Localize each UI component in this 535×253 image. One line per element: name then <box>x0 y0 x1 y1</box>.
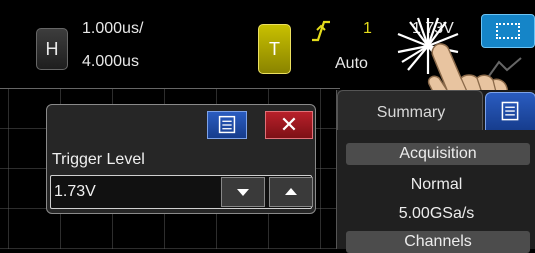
acquisition-mode: Normal <box>410 176 463 193</box>
section-header-channels[interactable]: Channels <box>346 231 530 253</box>
delay-value: 4.000us <box>82 53 139 70</box>
dialog-close-button[interactable]: ✕ <box>265 111 313 139</box>
divider <box>0 88 340 89</box>
trigger-mode: Auto <box>335 55 368 72</box>
trigger-level-value: 1.73V <box>54 183 96 200</box>
rising-edge-icon <box>312 20 330 42</box>
sample-rate: 5.00GSa/s <box>398 205 475 222</box>
horizontal-button-label: H <box>45 38 59 59</box>
tab-summary[interactable]: Summary <box>337 90 483 130</box>
top-status-bar: H 1.000us/ 4.000us T 1 Auto 1.73V <box>0 0 535 130</box>
trigger-button[interactable]: T <box>258 24 291 74</box>
trigger-button-label: T <box>269 38 280 59</box>
trigger-level-dialog: ✕ Trigger Level 1.73V <box>46 104 316 214</box>
summary-panel: Summary Acquisition Normal 5.00GSa/s Cha… <box>336 90 535 253</box>
menu-icon <box>218 115 236 134</box>
dialog-menu-button[interactable] <box>207 111 247 139</box>
chevron-up-icon <box>285 188 297 195</box>
trigger-source: 1 <box>363 20 372 37</box>
close-icon: ✕ <box>279 112 299 137</box>
tab-summary-label: Summary <box>376 104 446 121</box>
select-box-icon <box>496 23 520 39</box>
timebase-value: 1.000us/ <box>82 20 144 37</box>
dialog-title: Trigger Level <box>52 151 145 168</box>
chevron-down-icon <box>237 189 249 196</box>
summary-menu-button[interactable] <box>485 92 535 132</box>
decrement-button[interactable] <box>221 177 265 207</box>
summary-body: Acquisition Normal 5.00GSa/s Channels <box>337 130 535 253</box>
section-header-acquisition[interactable]: Acquisition <box>346 143 530 165</box>
horizontal-button[interactable]: H <box>36 28 68 70</box>
menu-icon <box>501 101 519 121</box>
increment-button[interactable] <box>269 177 313 207</box>
